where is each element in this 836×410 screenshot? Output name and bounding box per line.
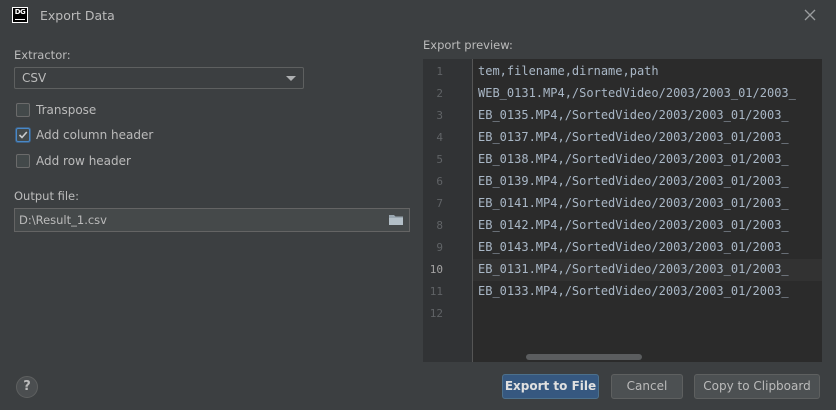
output-file-label: Output file:: [14, 189, 79, 203]
add-row-header-label: Add row header: [36, 154, 131, 168]
folder-icon: [389, 215, 403, 225]
preview-line-text: EB_0135.MP4,/SortedVideo/2003/2003_01/20…: [478, 108, 789, 122]
line-number: 11: [429, 285, 443, 298]
export-to-file-button[interactable]: Export to File: [502, 374, 599, 399]
line-number: 3: [436, 109, 443, 122]
help-button[interactable]: ?: [16, 376, 38, 398]
output-file-input[interactable]: [19, 212, 379, 228]
window-title: Export Data: [40, 8, 115, 23]
logo-text: DG: [14, 8, 26, 16]
add-column-header-label: Add column header: [36, 128, 154, 142]
preview-line-text: tem,filename,dirname,path: [478, 64, 659, 78]
add-row-header-checkbox[interactable]: [16, 154, 30, 168]
line-number: 10: [429, 263, 443, 276]
export-preview-editor[interactable]: 1 tem,filename,dirname,path 2 WEB_0131.MP4,…: [423, 59, 822, 362]
transpose-checkbox[interactable]: [16, 103, 30, 117]
line-number: 8: [436, 219, 443, 232]
line-number: 1: [436, 65, 443, 78]
copy-to-clipboard-button[interactable]: Copy to Clipboard: [694, 374, 820, 399]
checkmark-icon: [18, 131, 28, 139]
line-number: 4: [436, 131, 443, 144]
close-icon: [804, 9, 816, 21]
line-number: 6: [436, 175, 443, 188]
output-file-field[interactable]: [14, 208, 410, 232]
add-column-header-checkbox[interactable]: [16, 128, 30, 142]
export-preview-label: Export preview:: [423, 38, 513, 52]
line-number: 9: [436, 241, 443, 254]
close-button[interactable]: [800, 5, 820, 25]
preview-line-text: EB_0137.MP4,/SortedVideo/2003/2003_01/20…: [478, 130, 789, 144]
chevron-down-icon: [286, 76, 296, 81]
preview-line-text: EB_0133.MP4,/SortedVideo/2003/2003_01/20…: [478, 284, 789, 298]
extractor-dropdown[interactable]: CSV: [14, 67, 304, 89]
extractor-value: CSV: [22, 71, 47, 85]
transpose-label: Transpose: [36, 103, 97, 117]
preview-line-text: EB_0142.MP4,/SortedVideo/2003/2003_01/20…: [478, 218, 789, 232]
preview-line-text: WEB_0131.MP4,/SortedVideo/2003/2003_01/2…: [478, 86, 796, 100]
datagrip-logo: DG: [12, 7, 28, 23]
line-number: 7: [436, 197, 443, 210]
browse-folder-button[interactable]: [388, 213, 404, 227]
preview-line-text: EB_0138.MP4,/SortedVideo/2003/2003_01/20…: [478, 152, 789, 166]
cancel-button[interactable]: Cancel: [611, 374, 683, 399]
line-number: 2: [436, 87, 443, 100]
horizontal-scrollbar[interactable]: [526, 354, 642, 360]
preview-line-text: EB_0143.MP4,/SortedVideo/2003/2003_01/20…: [478, 240, 789, 254]
line-number: 5: [436, 153, 443, 166]
line-number: 12: [429, 307, 443, 320]
title-bar: DG Export Data: [0, 0, 836, 30]
preview-line-text: EB_0131.MP4,/SortedVideo/2003/2003_01/20…: [478, 262, 789, 276]
extractor-label: Extractor:: [14, 48, 71, 62]
preview-line-text: EB_0139.MP4,/SortedVideo/2003/2003_01/20…: [478, 174, 789, 188]
preview-line-text: EB_0141.MP4,/SortedVideo/2003/2003_01/20…: [478, 196, 789, 210]
